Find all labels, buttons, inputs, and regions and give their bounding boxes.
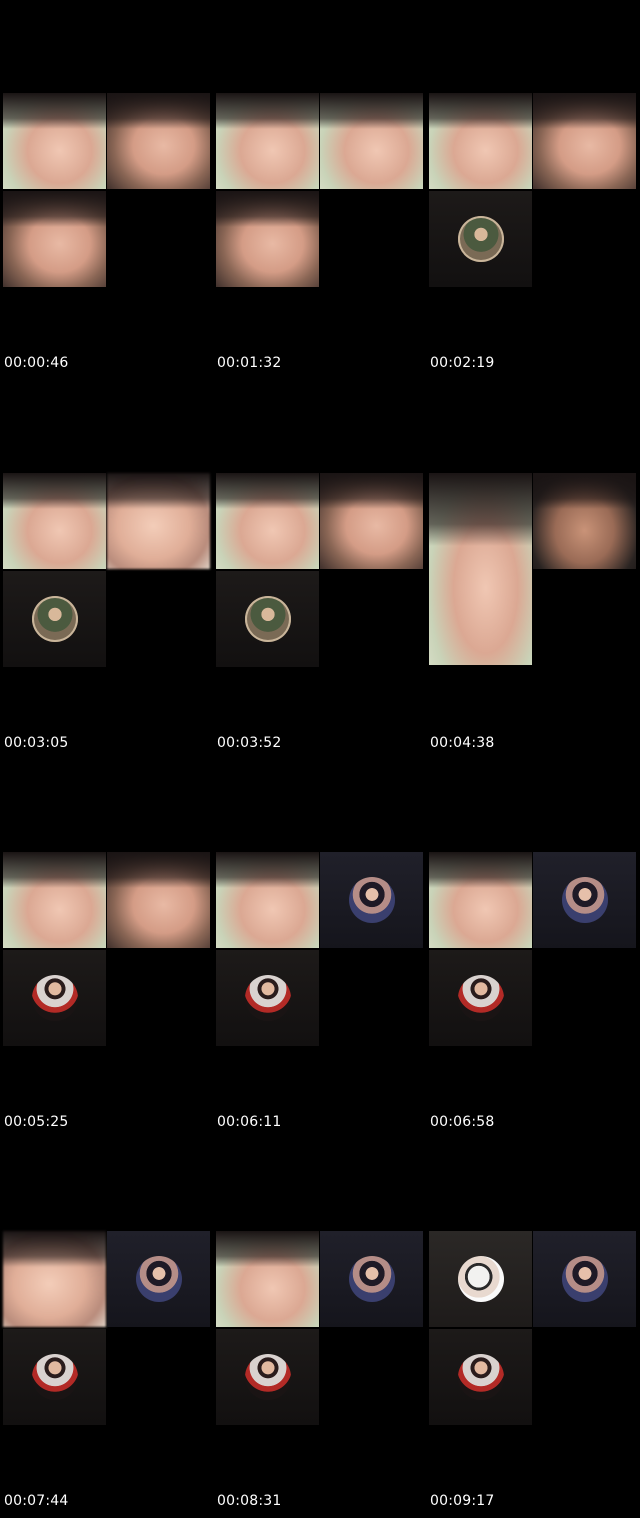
video-call-frame: 00:07:44 <box>0 1138 210 1518</box>
participant-video-tile[interactable] <box>320 473 423 569</box>
man-avatar <box>31 596 78 642</box>
woman-navy-avatar <box>561 1256 608 1302</box>
video-call-frame: 00:02:19 <box>426 0 636 380</box>
participant-video-tile[interactable] <box>429 473 532 665</box>
participant-grid <box>429 93 636 287</box>
participant-video-tile[interactable] <box>533 93 636 189</box>
empty-slot <box>3 1231 106 1327</box>
video-feed <box>107 852 210 889</box>
participant-grid <box>216 1231 423 1425</box>
frame-timestamp: 00:05:25 <box>4 1114 69 1130</box>
man-avatar <box>457 216 504 262</box>
video-call-frame: 00:04:38 <box>426 380 636 760</box>
frame-timestamp: 00:04:38 <box>430 735 495 751</box>
participant-camera-off-tile[interactable] <box>320 852 423 948</box>
video-call-frame: 00:06:58 <box>426 759 636 1139</box>
participant-grid <box>3 852 210 1046</box>
participant-video-tile[interactable] <box>3 191 106 287</box>
video-feed <box>216 191 319 228</box>
woman-red-avatar <box>244 975 291 1021</box>
video-call-frame: 00:03:05 <box>0 380 210 760</box>
empty-slot <box>216 93 319 189</box>
frame-timestamp: 00:03:52 <box>217 735 282 751</box>
woman-navy-avatar <box>135 1256 182 1302</box>
woman-red-avatar <box>31 975 78 1021</box>
video-feed <box>533 473 636 510</box>
participant-camera-off-tile[interactable] <box>320 1231 423 1327</box>
woman-red-avatar <box>244 1354 291 1400</box>
participant-grid <box>429 852 636 1046</box>
video-feed <box>107 93 210 130</box>
participant-camera-off-tile[interactable] <box>216 950 319 1046</box>
participant-grid <box>3 93 210 287</box>
video-feed <box>533 93 636 130</box>
empty-slot <box>3 852 106 948</box>
participant-grid <box>3 1231 210 1425</box>
video-call-frame: 00:06:11 <box>213 759 423 1139</box>
participant-camera-off-tile[interactable] <box>533 1231 636 1327</box>
video-feed <box>429 473 532 546</box>
participant-grid <box>3 473 210 667</box>
participant-grid <box>216 473 423 667</box>
participant-camera-off-tile[interactable] <box>216 571 319 667</box>
empty-slot <box>216 1231 319 1327</box>
participant-video-tile[interactable] <box>216 191 319 287</box>
participant-camera-off-tile[interactable] <box>3 950 106 1046</box>
empty-slot <box>3 473 106 569</box>
participant-grid <box>429 473 636 667</box>
video-call-frame: 00:05:25 <box>0 759 210 1139</box>
empty-slot <box>429 1231 532 1327</box>
frame-timestamp: 00:00:46 <box>4 355 69 371</box>
empty-slot <box>429 852 532 948</box>
participant-video-tile[interactable] <box>107 93 210 189</box>
woman-red-avatar <box>31 1354 78 1400</box>
participant-camera-off-tile[interactable] <box>429 950 532 1046</box>
video-call-frame: 00:00:46 <box>0 0 210 380</box>
video-call-frame: 00:08:31 <box>213 1138 423 1518</box>
video-feed <box>107 473 210 510</box>
frame-timestamp: 00:08:31 <box>217 1493 282 1509</box>
participant-video-tile[interactable] <box>107 473 210 569</box>
empty-slot <box>216 473 319 569</box>
man-avatar <box>244 596 291 642</box>
empty-slot <box>3 93 106 189</box>
video-feed <box>320 473 423 510</box>
video-feed <box>3 191 106 228</box>
empty-slot <box>216 852 319 948</box>
participant-camera-off-tile[interactable] <box>429 1329 532 1425</box>
participant-video-tile[interactable] <box>533 473 636 569</box>
woman-navy-avatar <box>561 877 608 923</box>
video-call-frame: 00:03:52 <box>213 380 423 760</box>
participant-grid <box>216 852 423 1046</box>
participant-video-tile[interactable] <box>107 852 210 948</box>
empty-slot <box>429 93 532 189</box>
woman-red-avatar <box>457 975 504 1021</box>
frame-timestamp: 00:01:32 <box>217 355 282 371</box>
participant-camera-off-tile[interactable] <box>216 1329 319 1425</box>
frame-timestamp: 00:06:11 <box>217 1114 282 1130</box>
woman-red-avatar <box>457 1354 504 1400</box>
participant-camera-off-tile[interactable] <box>429 191 532 287</box>
participant-camera-off-tile[interactable] <box>3 1329 106 1425</box>
participant-video-tile[interactable] <box>320 93 423 189</box>
video-feed <box>320 93 423 130</box>
woman-navy-avatar <box>348 1256 395 1302</box>
frame-timestamp: 00:06:58 <box>430 1114 495 1130</box>
participant-camera-off-tile[interactable] <box>107 1231 210 1327</box>
participant-grid <box>216 93 423 287</box>
frame-timestamp: 00:02:19 <box>430 355 495 371</box>
frame-timestamp: 00:09:17 <box>430 1493 495 1509</box>
participant-camera-off-tile[interactable] <box>533 852 636 948</box>
video-call-frame: 00:01:32 <box>213 0 423 380</box>
frame-timestamp: 00:07:44 <box>4 1493 69 1509</box>
frame-timestamp: 00:03:05 <box>4 735 69 751</box>
video-call-frame: 00:09:17 <box>426 1138 636 1518</box>
woman-navy-avatar <box>348 877 395 923</box>
participant-grid <box>429 1231 636 1425</box>
participant-camera-off-tile[interactable] <box>3 571 106 667</box>
